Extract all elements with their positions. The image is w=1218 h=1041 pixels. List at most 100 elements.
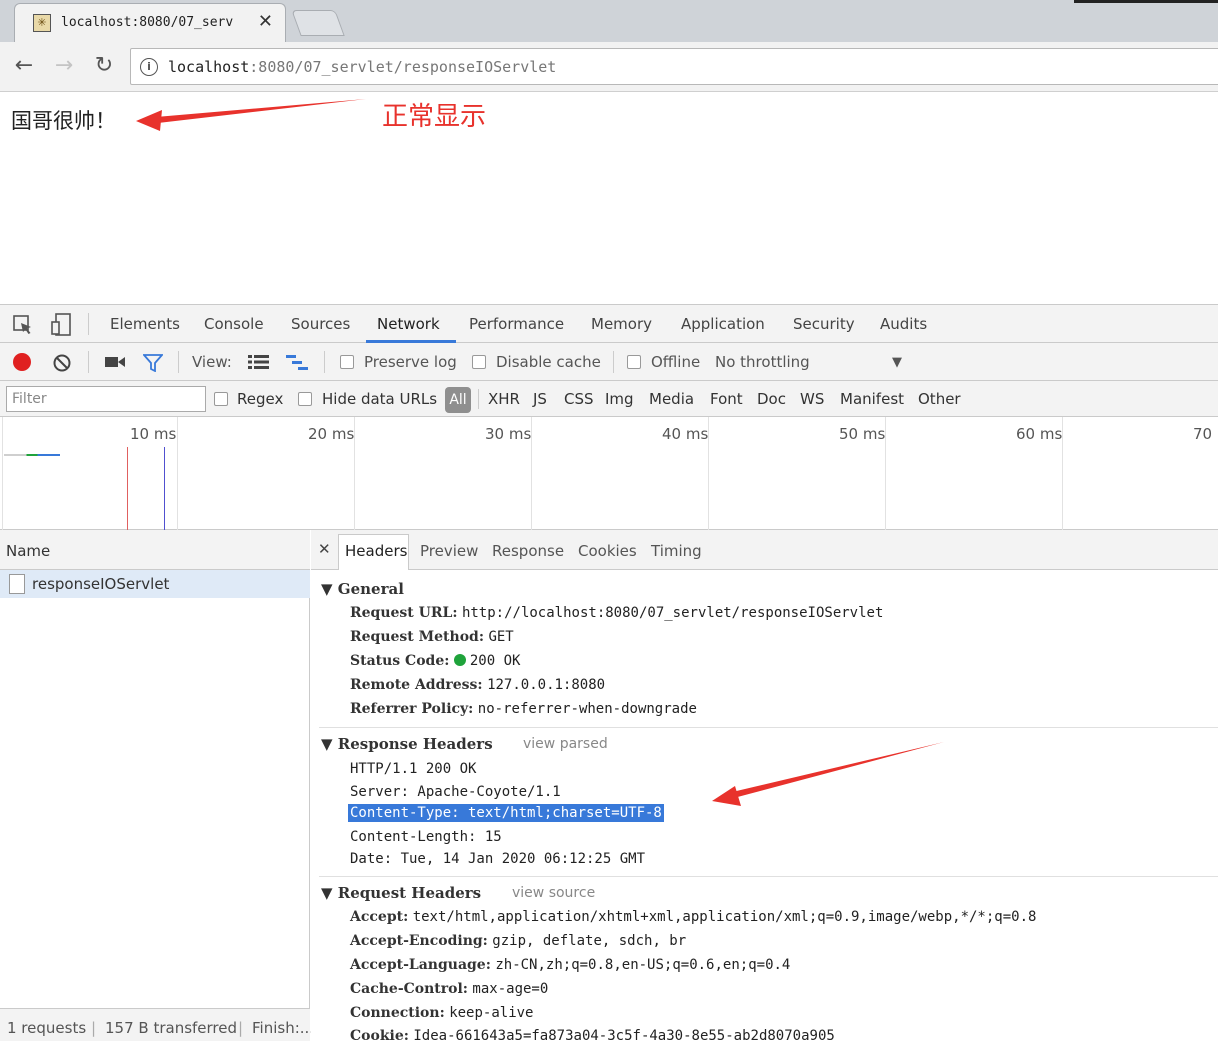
tab-response[interactable]: Response: [492, 542, 564, 560]
address-bar[interactable]: i localhost:8080/07_servlet/responseIOSe…: [130, 48, 1218, 85]
grid-line: [2, 417, 3, 530]
preserve-log-checkbox[interactable]: [340, 355, 354, 369]
request-row[interactable]: responseIOServlet: [0, 570, 310, 598]
response-header-line: Server: Apache-Coyote/1.1: [350, 784, 561, 800]
tab-console[interactable]: Console: [204, 315, 264, 333]
accept-value: text/html,application/xhtml+xml,applicat…: [412, 909, 1037, 925]
tab-performance[interactable]: Performance: [469, 315, 564, 333]
accept-language-value: zh-CN,zh;q=0.8,en-US;q=0.6,en;q=0.4: [495, 957, 791, 973]
accept-key: Accept:: [350, 909, 409, 925]
view-source-link[interactable]: view source: [512, 885, 595, 901]
filter-type-img[interactable]: Img: [605, 390, 634, 408]
timeline-tick-label: 70 ms: [1193, 425, 1218, 443]
tab-preview[interactable]: Preview: [420, 542, 478, 560]
request-headers-toggle[interactable]: ▼ Request Headers: [321, 884, 481, 902]
tab-memory[interactable]: Memory: [591, 315, 652, 333]
tab-security[interactable]: Security: [793, 315, 855, 333]
filter-input[interactable]: Filter: [6, 386, 206, 412]
filter-type-manifest[interactable]: Manifest: [840, 390, 904, 408]
tab-title: localhost:8080/07_serv: [61, 15, 234, 30]
filter-placeholder: Filter: [12, 391, 47, 407]
window-edge: [1074, 0, 1218, 3]
cache-control-value: max-age=0: [472, 981, 549, 997]
url-host: localhost: [168, 58, 250, 76]
general-section-toggle[interactable]: ▼ General: [321, 580, 404, 598]
forward-arrow-icon[interactable]: →: [50, 52, 78, 80]
arrow-to-page-text: [136, 99, 366, 131]
url-text[interactable]: localhost:8080/07_servlet/responseIOServ…: [168, 58, 556, 76]
tab-audits[interactable]: Audits: [880, 315, 927, 333]
filter-funnel-icon[interactable]: [143, 354, 163, 372]
status-ok-icon: [453, 654, 466, 666]
name-header-label: Name: [6, 542, 51, 560]
tab-sources[interactable]: Sources: [291, 315, 350, 333]
network-toolbar: View: Preserve log Disable cache Offline…: [0, 343, 1218, 381]
regex-checkbox[interactable]: [214, 392, 228, 406]
response-headers-title: Response Headers: [337, 735, 493, 753]
divider: [88, 313, 89, 335]
requests-list: Name responseIOServlet 1 requests | 157 …: [0, 530, 314, 1041]
tab-application[interactable]: Application: [681, 315, 765, 333]
accept-language-key: Accept-Language:: [350, 957, 491, 973]
status-code-key: Status Code:: [350, 653, 450, 669]
filter-type-other[interactable]: Other: [918, 390, 961, 408]
filter-type-css[interactable]: CSS: [564, 390, 594, 408]
timeline-tick-label: 40 ms: [662, 425, 709, 443]
filter-type-js[interactable]: JS: [533, 390, 547, 408]
large-rows-icon[interactable]: [248, 355, 270, 369]
inspect-element-icon[interactable]: [12, 314, 34, 336]
page-body-text: 国哥很帅！: [11, 109, 116, 133]
remote-address-key: Remote Address:: [350, 677, 483, 693]
clear-icon[interactable]: [52, 353, 72, 373]
disable-cache-checkbox[interactable]: [472, 355, 486, 369]
back-arrow-icon[interactable]: ←: [10, 52, 38, 80]
regex-label: Regex: [237, 390, 284, 408]
filter-type-xhr[interactable]: XHR: [488, 390, 520, 408]
divider: [178, 351, 179, 373]
remote-address-row: Remote Address: 127.0.0.1:8080: [350, 677, 605, 693]
section-divider: [319, 727, 1218, 728]
hide-data-urls-checkbox[interactable]: [298, 392, 312, 406]
waterfall-overview-icon[interactable]: [286, 355, 310, 371]
tab-network[interactable]: Network: [377, 315, 440, 333]
tab-cookies[interactable]: Cookies: [578, 542, 637, 560]
tab-timing[interactable]: Timing: [651, 542, 702, 560]
filter-type-media[interactable]: Media: [649, 390, 694, 408]
offline-checkbox[interactable]: [627, 355, 641, 369]
browser-tab[interactable]: ✳ localhost:8080/07_serv ✕: [14, 3, 286, 42]
referrer-policy-value: no-referrer-when-downgrade: [477, 701, 697, 717]
view-parsed-link[interactable]: view parsed: [523, 736, 608, 752]
response-header-line: HTTP/1.1 200 OK: [350, 761, 477, 777]
response-header-line: Date: Tue, 14 Jan 2020 06:12:25 GMT: [350, 851, 646, 867]
request-url-value: http://localhost:8080/07_servlet/respons…: [461, 605, 884, 621]
divider: [478, 389, 479, 409]
name-column-header[interactable]: Name: [0, 530, 310, 570]
filter-type-doc[interactable]: Doc: [757, 390, 786, 408]
divider: [324, 351, 325, 373]
accept-encoding-value: gzip, deflate, sdch, br: [492, 933, 687, 949]
response-header-line: Content-Length: 15: [350, 829, 502, 845]
network-overview-timeline[interactable]: 10 ms 20 ms 30 ms 40 ms 50 ms 60 ms 70 m…: [0, 417, 1218, 530]
domcontentloaded-line: [164, 447, 165, 530]
status-code-row: Status Code: 200 OK: [350, 653, 520, 669]
new-tab-button[interactable]: [291, 10, 345, 36]
browser-tab-strip: ✳ localhost:8080/07_serv ✕: [0, 0, 1218, 42]
timeline-tick-label: 30 ms: [485, 425, 532, 443]
reload-icon[interactable]: ↻: [90, 52, 118, 80]
info-icon[interactable]: i: [140, 58, 158, 76]
tab-close-icon[interactable]: ✕: [258, 11, 273, 32]
close-detail-icon[interactable]: ✕: [318, 540, 331, 558]
response-headers-toggle[interactable]: ▼ Response Headers: [321, 735, 493, 753]
screenshot-camera-icon[interactable]: [104, 354, 126, 370]
filter-type-ws[interactable]: WS: [800, 390, 824, 408]
throttling-select[interactable]: No throttling: [715, 353, 810, 371]
accept-encoding-row: Accept-Encoding: gzip, deflate, sdch, br: [350, 933, 686, 949]
device-toolbar-icon[interactable]: [50, 313, 72, 337]
throttling-dropdown-icon[interactable]: ▼: [892, 355, 902, 370]
filter-type-all[interactable]: All: [445, 387, 471, 413]
tab-elements[interactable]: Elements: [110, 315, 180, 333]
tab-headers[interactable]: Headers: [345, 542, 407, 560]
record-icon[interactable]: [13, 353, 31, 371]
accept-encoding-key: Accept-Encoding:: [350, 933, 488, 949]
filter-type-font[interactable]: Font: [710, 390, 743, 408]
